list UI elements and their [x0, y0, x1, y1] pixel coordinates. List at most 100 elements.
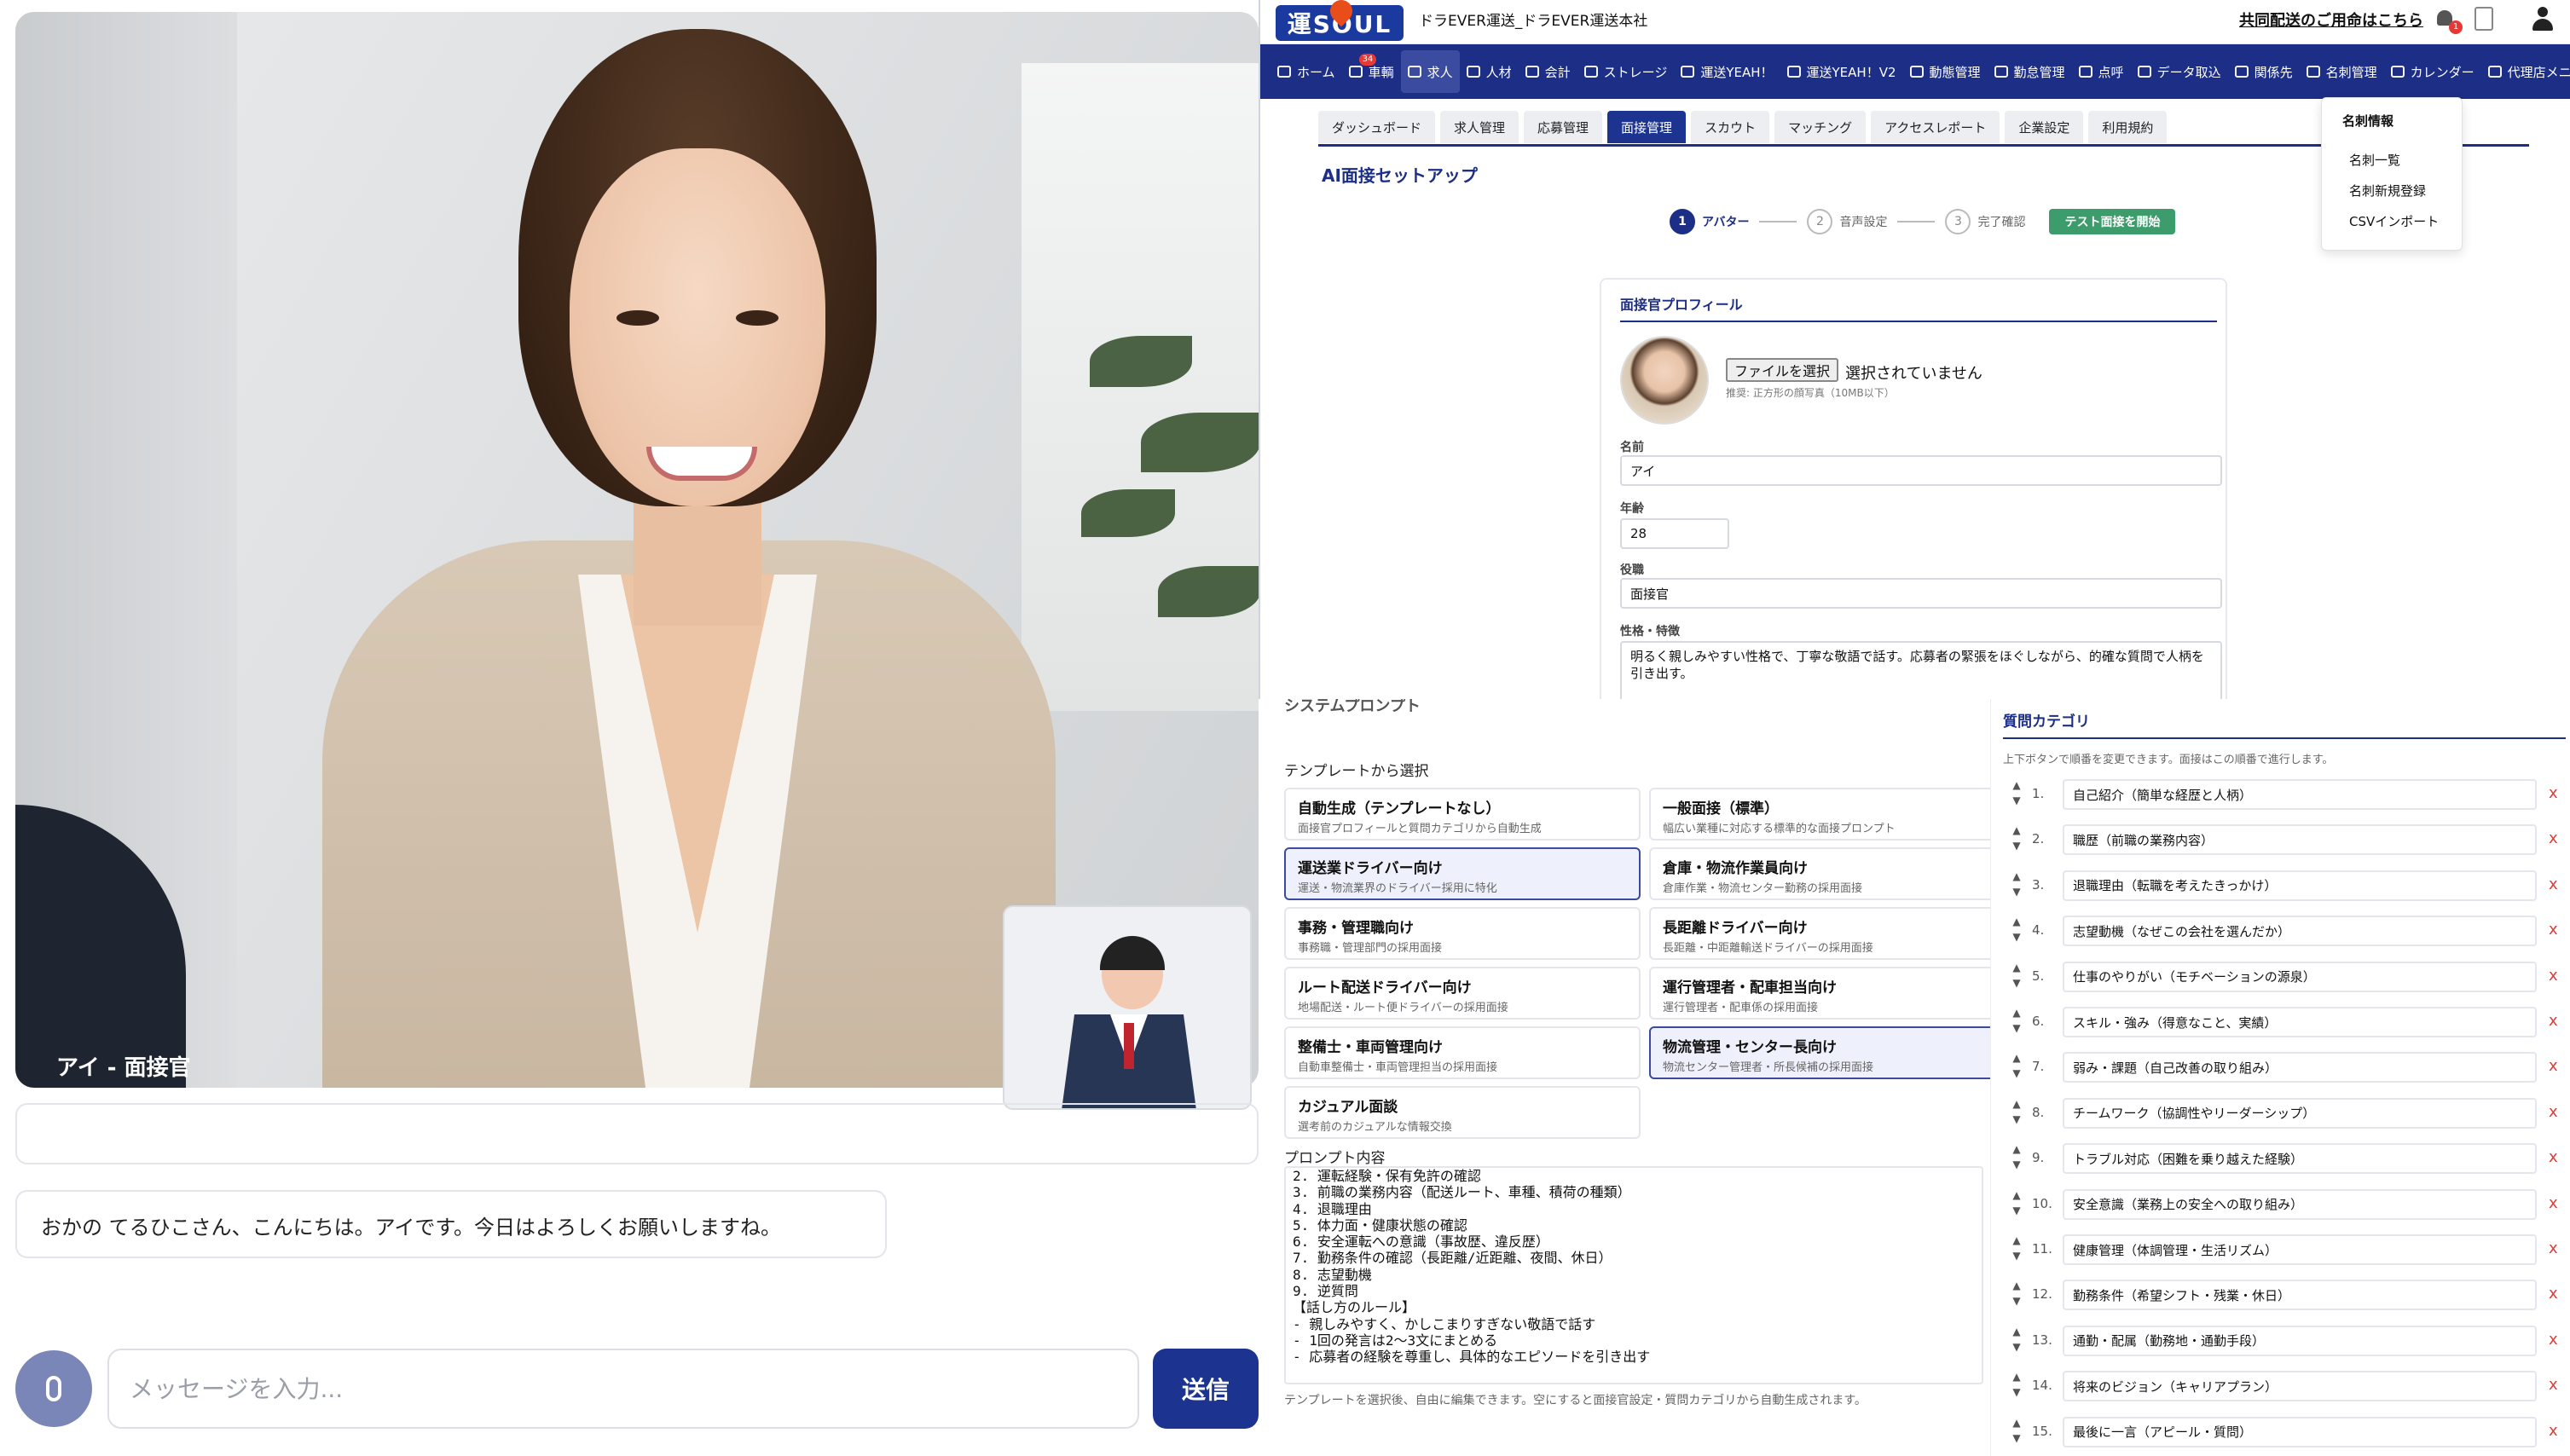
question-field[interactable]: チームワーク（協調性やリーダーシップ） — [2063, 1097, 2537, 1129]
message-input[interactable] — [107, 1349, 1139, 1429]
subtab-4[interactable]: スカウト — [1691, 111, 1770, 143]
dropdown-item-csv-import[interactable]: CSVインポート — [2349, 212, 2439, 230]
nav-item-0[interactable]: ホーム — [1271, 50, 1342, 93]
remove-icon[interactable]: x — [2549, 1239, 2558, 1257]
reorder-arrows-icon[interactable]: ▲ ▼ — [2010, 823, 2023, 853]
remove-icon[interactable]: x — [2549, 1331, 2558, 1349]
reorder-arrows-icon[interactable]: ▲ ▼ — [2010, 1050, 2023, 1081]
nav-item-1[interactable]: 34 車輌 — [1342, 50, 1401, 93]
template-card[interactable]: 整備士・車両管理向け 自動車整備士・車両管理担当の採用面接 — [1284, 1026, 1641, 1079]
nav-item-7[interactable]: 運送YEAH！V2 — [1780, 50, 1903, 93]
remove-icon[interactable]: x — [2549, 1148, 2558, 1166]
document-icon[interactable] — [2474, 7, 2493, 31]
remove-icon[interactable]: x — [2549, 1012, 2558, 1030]
question-field[interactable]: スキル・強み（得意なこと、実績） — [2063, 1007, 2537, 1037]
step-voice[interactable]: 2 音声設定 — [1807, 209, 1887, 234]
reorder-arrows-icon[interactable]: ▲ ▼ — [2010, 1141, 2023, 1172]
file-select-button[interactable]: ファイルを選択 — [1726, 358, 1839, 382]
reorder-arrows-icon[interactable]: ▲ ▼ — [2010, 1278, 2023, 1309]
question-field[interactable]: 自己紹介（簡単な経歴と人柄） — [2063, 779, 2537, 810]
subtab-0[interactable]: ダッシュボード — [1318, 111, 1436, 143]
subtab-7[interactable]: 企業設定 — [2005, 111, 2084, 143]
question-field[interactable]: 安全意識（業務上の安全への取り組み） — [2063, 1188, 2537, 1220]
template-card[interactable]: 一般面接（標準） 幅広い業種に対応する標準的な面接プロンプト — [1649, 788, 1990, 841]
send-button[interactable]: 送信 — [1153, 1349, 1259, 1429]
reorder-arrows-icon[interactable]: ▲ ▼ — [2010, 869, 2023, 899]
app-logo[interactable]: 運SOUL — [1276, 0, 1404, 41]
subtab-6[interactable]: アクセスレポート — [1871, 111, 2000, 143]
template-card[interactable]: 事務・管理職向け 事務職・管理部門の採用面接 — [1284, 907, 1641, 960]
reorder-arrows-icon[interactable]: ▲ ▼ — [2010, 1415, 2023, 1446]
remove-icon[interactable]: x — [2549, 1422, 2558, 1440]
template-card[interactable]: 倉庫・物流作業員向け 倉庫作業・物流センター勤務の採用面接 — [1649, 847, 1990, 900]
personality-field[interactable]: 明るく親しみやすい性格で、丁寧な敬語で話す。応募者の緊張をほぐしながら、的確な質… — [1620, 641, 2222, 699]
age-field[interactable]: 28 — [1620, 518, 1729, 549]
nav-item-12[interactable]: 関係先 — [2228, 50, 2300, 93]
dropdown-item-card-list[interactable]: 名刺一覧 — [2349, 151, 2400, 169]
question-field[interactable]: 志望動機（なぜこの会社を選んだか） — [2063, 916, 2537, 947]
question-field[interactable]: 将来のビジョン（キャリアプラン） — [2063, 1371, 2537, 1402]
dropdown-item-card-new[interactable]: 名刺新規登録 — [2349, 182, 2426, 199]
joint-delivery-link[interactable]: 共同配送のご用命はこちら — [2239, 9, 2423, 31]
subtab-1[interactable]: 求人管理 — [1440, 111, 1519, 143]
step-avatar[interactable]: 1 アバター — [1670, 209, 1749, 234]
question-field[interactable]: 退職理由（転職を考えたきっかけ） — [2063, 870, 2537, 901]
nav-item-2[interactable]: 求人 — [1400, 50, 1460, 93]
reorder-arrows-icon[interactable]: ▲ ▼ — [2010, 1187, 2023, 1218]
role-field[interactable]: 面接官 — [1620, 578, 2222, 609]
question-field[interactable]: 健康管理（体調管理・生活リズム） — [2063, 1234, 2537, 1265]
subtab-8[interactable]: 利用規約 — [2088, 111, 2168, 143]
template-card[interactable]: カジュアル面談 選考前のカジュアルな情報交換 — [1284, 1086, 1641, 1139]
reorder-arrows-icon[interactable]: ▲ ▼ — [2010, 1096, 2023, 1127]
user-icon[interactable] — [2531, 7, 2555, 32]
reorder-arrows-icon[interactable]: ▲ ▼ — [2010, 777, 2023, 808]
question-field[interactable]: 通勤・配属（勤務地・通勤手段） — [2063, 1325, 2537, 1356]
remove-icon[interactable]: x — [2549, 1194, 2558, 1212]
bell-icon[interactable]: 1 — [2435, 9, 2463, 34]
reorder-arrows-icon[interactable]: ▲ ▼ — [2010, 1005, 2023, 1036]
step-confirm[interactable]: 3 完了確認 — [1945, 209, 2025, 234]
nav-item-5[interactable]: ストレージ — [1577, 50, 1675, 93]
subtab-2[interactable]: 応募管理 — [1524, 111, 1603, 143]
remove-icon[interactable]: x — [2549, 921, 2558, 939]
reorder-arrows-icon[interactable]: ▲ ▼ — [2010, 914, 2023, 945]
remove-icon[interactable]: x — [2549, 875, 2558, 893]
nav-item-13[interactable]: 名刺管理 — [2300, 50, 2384, 93]
template-card[interactable]: 自動生成（テンプレートなし） 面接官プロフィールと質問カテゴリから自動生成 — [1284, 788, 1641, 841]
remove-icon[interactable]: x — [2549, 1285, 2558, 1303]
nav-item-9[interactable]: 勤怠管理 — [1988, 50, 2072, 93]
template-card[interactable]: 運送業ドライバー向け 運送・物流業界のドライバー採用に特化 — [1284, 847, 1641, 900]
reorder-arrows-icon[interactable]: ▲ ▼ — [2010, 1369, 2023, 1400]
nav-item-3[interactable]: 人材 — [1460, 50, 1519, 93]
question-field[interactable]: トラブル対応（困難を乗り越えた経験） — [2063, 1143, 2537, 1175]
nav-item-11[interactable]: データ取込 — [2131, 50, 2228, 93]
remove-icon[interactable]: x — [2549, 784, 2558, 802]
question-field[interactable]: 弱み・課題（自己改善の取り組み） — [2063, 1052, 2537, 1083]
template-card[interactable]: ルート配送ドライバー向け 地場配送・ルート便ドライバーの採用面接 — [1284, 967, 1641, 1020]
remove-icon[interactable]: x — [2549, 967, 2558, 985]
name-field[interactable]: アイ — [1620, 455, 2222, 486]
remove-icon[interactable]: x — [2549, 1376, 2558, 1394]
template-card[interactable]: 物流管理・センター長向け 物流センター管理者・所長候補の採用面接 — [1649, 1026, 1990, 1079]
remove-icon[interactable]: x — [2549, 1057, 2558, 1075]
start-test-interview-button[interactable]: テスト面接を開始 — [2049, 209, 2176, 234]
reorder-arrows-icon[interactable]: ▲ ▼ — [2010, 1324, 2023, 1355]
mic-button[interactable] — [15, 1350, 92, 1427]
subtab-5[interactable]: マッチング — [1774, 111, 1867, 143]
template-card[interactable]: 運行管理者・配車担当向け 運行管理者・配車係の採用面接 — [1649, 967, 1990, 1020]
nav-item-8[interactable]: 動態管理 — [1903, 50, 1988, 93]
remove-icon[interactable]: x — [2549, 829, 2558, 847]
subtab-3[interactable]: 面接管理 — [1607, 111, 1687, 143]
nav-item-10[interactable]: 点呼 — [2072, 50, 2131, 93]
nav-item-14[interactable]: カレンダー — [2384, 50, 2481, 93]
nav-item-4[interactable]: 会計 — [1519, 50, 1577, 93]
remove-icon[interactable]: x — [2549, 1103, 2558, 1121]
question-field[interactable]: 最後に一言（アピール・質問） — [2063, 1416, 2537, 1447]
nav-item-6[interactable]: 運送YEAH！ — [1674, 50, 1780, 93]
reorder-arrows-icon[interactable]: ▲ ▼ — [2010, 1233, 2023, 1263]
prompt-textarea[interactable]: 2. 運転経験・保有免許の確認 3. 前職の業務内容（配送ルート、車種、積荷の種類… — [1284, 1166, 1983, 1384]
question-field[interactable]: 仕事のやりがい（モチベーションの源泉） — [2063, 961, 2537, 992]
question-field[interactable]: 勤務条件（希望シフト・残業・休日） — [2063, 1280, 2537, 1311]
template-card[interactable]: 長距離ドライバー向け 長距離・中距離輸送ドライバーの採用面接 — [1649, 907, 1990, 960]
question-field[interactable]: 職歴（前職の業務内容） — [2063, 824, 2537, 856]
